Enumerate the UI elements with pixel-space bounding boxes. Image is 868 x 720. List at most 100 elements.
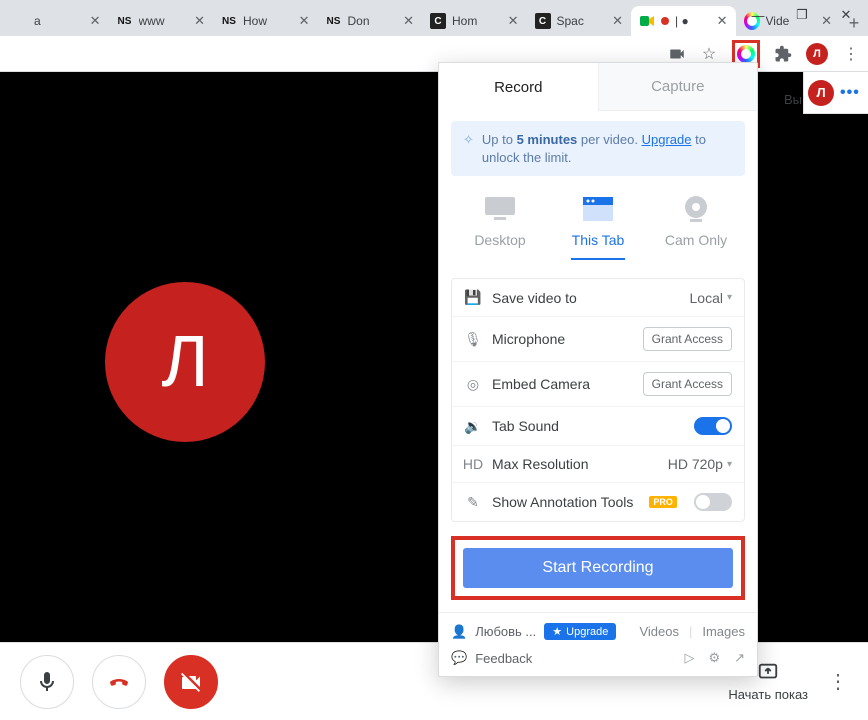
close-icon[interactable]: ✕ [717,13,728,29]
tab-label: Don [348,14,398,28]
resolution-value[interactable]: HD 720p▾ [668,456,732,472]
extensions-puzzle-icon[interactable] [774,45,792,63]
tab-sound-toggle[interactable] [694,417,732,435]
lightbulb-icon: ✧ [463,131,474,166]
save-value[interactable]: Local▾ [690,290,733,306]
setting-label: Embed Camera [492,376,590,392]
tab-0[interactable]: a ✕ [4,6,109,36]
banner-text: Up to 5 minutes per video. Upgrade to un… [482,131,733,166]
browser-tabstrip: a ✕ NS www ✕ NS How ✕ NS Don ✕ C Hom ✕ C… [0,0,868,36]
feedback-link[interactable]: Feedback [475,651,532,666]
feedback-icon: 💬 [451,650,467,666]
mode-cam-only[interactable]: Cam Only [656,194,736,260]
tab-2[interactable]: NS How ✕ [213,6,318,36]
row-max-resolution[interactable]: HD Max Resolution HD 720p▾ [452,445,744,482]
chevron-down-icon: ▾ [727,459,732,470]
camera-embed-icon: ◎ [464,376,482,393]
tab-5[interactable]: C Spac ✕ [527,6,632,36]
more-options-button[interactable]: ⋮ [828,669,848,694]
tab-label: Spac [557,14,607,28]
open-external-icon[interactable]: ↗ [734,650,745,666]
self-avatar[interactable]: Л [808,80,834,106]
sound-icon: 🔉 [464,418,482,435]
favicon-ns: NS [117,13,133,29]
profile-avatar[interactable]: Л [806,43,828,65]
tab-record[interactable]: Record [439,63,598,111]
window-minimize-button[interactable]: — [736,0,780,30]
close-icon[interactable]: ✕ [194,13,205,29]
limit-banner: ✧ Up to 5 minutes per video. Upgrade to … [451,121,745,176]
desktop-icon [482,194,518,224]
tab-label: Hom [452,14,502,28]
settings-gear-icon[interactable]: ⚙ [708,650,720,666]
row-tab-sound: 🔉 Tab Sound [452,406,744,445]
screen-recorder-extension-icon[interactable] [737,45,755,63]
close-icon[interactable]: ✕ [508,13,519,29]
annotation-icon: ✎ [464,494,482,511]
mode-desktop[interactable]: Desktop [460,194,540,260]
favicon-ns: NS [326,13,342,29]
tab-label: | ● [675,14,711,28]
history-icon[interactable]: ▷ [684,650,694,666]
favicon-meet [639,13,655,29]
star-icon[interactable]: ☆ [700,45,718,63]
user-name: Любовь ... [475,624,536,639]
camera-icon[interactable] [668,45,686,63]
tab-6-active[interactable]: | ● ✕ [631,6,736,36]
panel-tabs: Record Capture [439,63,757,111]
upgrade-chip[interactable]: ★ Upgrade [544,623,616,640]
setting-label: Show Annotation Tools [492,494,633,510]
videos-link[interactable]: Videos [639,624,679,639]
window-maximize-button[interactable]: ❐ [780,0,824,30]
tab-label: How [243,14,293,28]
upgrade-link[interactable]: Upgrade [642,132,692,147]
tab-capture[interactable]: Capture [598,63,758,111]
save-icon: 💾 [464,289,482,306]
row-save-video[interactable]: 💾 Save video to Local▾ [452,279,744,316]
microphone-icon: 🎙 [464,331,482,348]
row-annotation-tools: ✎ Show Annotation Tools PRO [452,482,744,521]
panel-footer: 👤 Любовь ... ★ Upgrade Videos | Images 💬… [439,612,757,676]
close-icon[interactable]: ✕ [299,13,310,29]
grant-camera-button[interactable]: Grant Access [643,372,732,396]
mode-label: Cam Only [665,232,727,248]
self-label: Вы [784,92,802,107]
images-link[interactable]: Images [702,624,745,639]
mute-mic-button[interactable] [20,655,74,709]
favicon-generic [12,13,28,29]
favicon-ns: NS [221,13,237,29]
hangup-button[interactable] [92,655,146,709]
favicon-dark: C [430,13,446,29]
kebab-menu-icon[interactable]: ⋮ [842,45,860,63]
tab-label: a [34,14,84,28]
start-recording-highlight: Start Recording [451,536,745,600]
start-recording-button[interactable]: Start Recording [463,548,733,588]
grant-mic-button[interactable]: Grant Access [643,327,732,351]
pro-badge: PRO [649,496,677,508]
tab-label: www [139,14,189,28]
mode-label: This Tab [572,232,625,248]
setting-label: Save video to [492,290,577,306]
tab-1[interactable]: NS www ✕ [109,6,214,36]
close-icon[interactable]: ✕ [612,13,623,29]
camera-off-button[interactable] [164,655,218,709]
annotation-toggle[interactable] [694,493,732,511]
close-icon[interactable]: ✕ [90,13,101,29]
setting-label: Tab Sound [492,418,559,434]
self-thumbnail-strip: Л ••• [803,72,868,114]
more-participants-icon[interactable]: ••• [840,84,860,102]
mode-label: Desktop [474,232,525,248]
tab-3[interactable]: NS Don ✕ [318,6,423,36]
present-label: Начать показ [728,687,808,702]
hd-icon: HD [464,456,482,472]
mode-this-tab[interactable]: This Tab [558,194,638,260]
window-close-button[interactable]: ✕ [824,0,868,30]
tab-4[interactable]: C Hom ✕ [422,6,527,36]
chevron-down-icon: ▾ [727,292,732,303]
webcam-icon [678,194,714,224]
setting-label: Max Resolution [492,456,589,472]
window-controls: — ❐ ✕ [736,0,868,30]
setting-label: Microphone [492,331,565,347]
row-embed-camera: ◎ Embed Camera Grant Access [452,361,744,406]
close-icon[interactable]: ✕ [403,13,414,29]
